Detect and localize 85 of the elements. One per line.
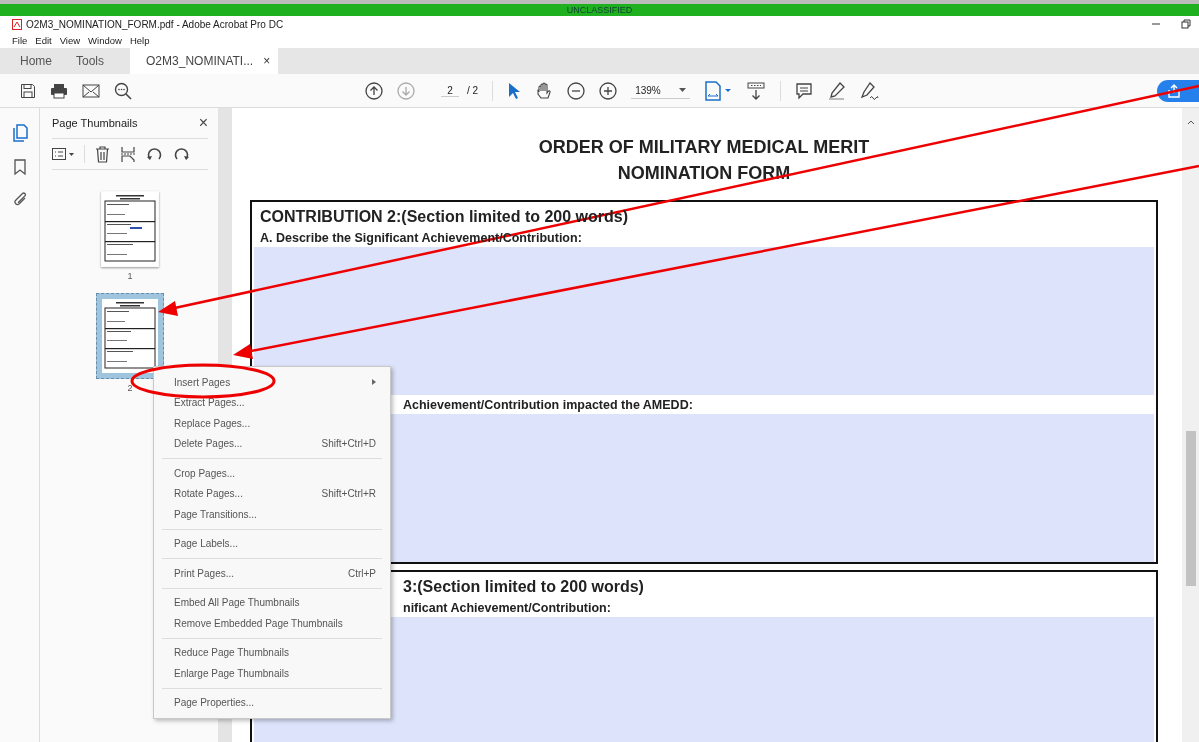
text-field[interactable]	[254, 247, 1154, 395]
comment-icon[interactable]	[794, 81, 813, 100]
zoom-in-icon[interactable]	[599, 81, 618, 100]
mail-icon[interactable]	[82, 83, 100, 98]
shortcut: Shift+Ctrl+R	[321, 488, 376, 500]
menu-item-label: Insert Pages	[174, 376, 231, 388]
menu-item[interactable]: Enlarge Page Thumbnails	[154, 663, 390, 684]
menu-item-label: Print Pages...	[174, 567, 235, 579]
scroll-mode-icon[interactable]	[745, 81, 766, 100]
rotate-right-icon[interactable]	[173, 146, 190, 162]
menu-item[interactable]: Page Transitions...	[154, 504, 390, 525]
page-number: 2	[127, 383, 133, 393]
trash-icon[interactable]	[95, 145, 110, 163]
menu-item[interactable]: Help	[129, 34, 150, 46]
menu-item[interactable]: Reduce Page Thumbnails	[154, 642, 390, 663]
rotate-left-icon[interactable]	[146, 146, 163, 162]
shortcut: Shift+Ctrl+D	[321, 438, 376, 450]
menu-item[interactable]: Insert Pages	[154, 372, 390, 393]
tab[interactable]: Home	[8, 48, 64, 74]
tab[interactable]: Tools	[64, 48, 117, 74]
menu-item[interactable]: File	[12, 34, 28, 46]
bookmark-icon[interactable]	[13, 159, 26, 175]
menu-item[interactable]: Edit	[35, 34, 52, 46]
field-label: Achievement/Contribution impacted the AMEDD:	[402, 397, 694, 414]
page-thumbnail[interactable]	[96, 293, 164, 379]
menu-item-label: Delete Pages...	[174, 438, 243, 450]
menu-item[interactable]: Print Pages... Ctrl+P	[154, 563, 390, 584]
restore-icon[interactable]	[1181, 19, 1191, 29]
zoom-out-icon[interactable]	[567, 81, 586, 100]
menu-item[interactable]: Extract Pages...	[154, 392, 390, 413]
previous-page-icon[interactable]	[365, 81, 383, 100]
menu-item-label: Embed All Page Thumbnails	[174, 597, 300, 609]
extract-pages-icon[interactable]	[120, 145, 136, 163]
close-tab-button[interactable]: ×	[263, 54, 271, 68]
section-heading: 3:(Section limited to 200 words)	[402, 577, 645, 597]
menu-item-label: Reduce Page Thumbnails	[174, 647, 289, 659]
menu-item-label: Remove Embedded Page Thumbnails	[174, 617, 343, 629]
fit-page-icon[interactable]	[703, 80, 732, 101]
page-number: 1	[127, 271, 133, 281]
menu-item-label: Page Transitions...	[174, 508, 257, 520]
page-total: / 2	[467, 85, 479, 96]
menu-item-label: Extract Pages...	[174, 397, 245, 409]
menu-item-label: Page Labels...	[174, 538, 238, 550]
scroll-thumb[interactable]	[1185, 431, 1196, 586]
menu-item[interactable]: Rotate Pages... Shift+Ctrl+R	[154, 483, 390, 504]
document-title: NOMINATION FORM	[616, 162, 792, 185]
menu-item[interactable]: Replace Pages...	[154, 413, 390, 434]
menu-item[interactable]: Remove Embedded Page Thumbnails	[154, 613, 390, 634]
menu-item[interactable]: View	[59, 34, 81, 46]
window-title: O2M3_NOMINATION_FORM.pdf - Adobe Acrobat Pro DC	[26, 18, 284, 30]
pages-icon[interactable]	[11, 124, 28, 142]
caret-icon[interactable]	[678, 88, 686, 92]
menu-item-label: Crop Pages...	[174, 467, 236, 479]
menu-item-label: Replace Pages...	[174, 417, 251, 429]
menu-item-label: Rotate Pages...	[174, 488, 243, 500]
paperclip-icon[interactable]	[11, 192, 28, 208]
highlight-pen-icon[interactable]	[826, 81, 845, 100]
scrollbar[interactable]	[1182, 108, 1199, 742]
sign-pen-icon[interactable]	[858, 81, 879, 100]
zoom-field[interactable]: 139%	[631, 82, 690, 99]
menu-item[interactable]: Window	[88, 34, 122, 46]
menu-item-label: Page Properties...	[174, 697, 255, 709]
menu-item[interactable]: Crop Pages...	[154, 463, 390, 484]
tab[interactable]: O2M3_NOMINATI... ×	[130, 48, 279, 74]
shortcut: Ctrl+P	[347, 567, 376, 579]
classification-banner: UNCLASSIFIED	[0, 0, 1199, 16]
menu-item[interactable]: Page Labels...	[154, 533, 390, 554]
menu-item-label: Enlarge Page Thumbnails	[174, 667, 289, 679]
menu-item[interactable]: Embed All Page Thumbnails	[154, 592, 390, 613]
menu-item[interactable]: Page Properties...	[154, 692, 390, 713]
page-number-field[interactable]: 2	[441, 84, 459, 97]
document-title: ORDER OF MILITARY MEDICAL MERIT	[537, 136, 871, 159]
save-icon[interactable]	[20, 82, 36, 99]
pointer-icon[interactable]	[507, 81, 522, 100]
menu-item[interactable]: Delete Pages... Shift+Ctrl+D	[154, 433, 390, 454]
hand-icon[interactable]	[535, 81, 554, 100]
field-label: nificant Achievement/Contribution:	[402, 600, 612, 617]
options-icon[interactable]	[52, 148, 74, 160]
close-button[interactable]: ×	[198, 114, 208, 132]
pdf-icon	[12, 18, 22, 30]
scroll-up-icon[interactable]	[1186, 120, 1195, 125]
panel-title: Page Thumbnails	[52, 117, 138, 129]
search-icon[interactable]	[114, 81, 132, 100]
print-icon[interactable]	[50, 82, 68, 99]
share-icon[interactable]	[1167, 83, 1181, 98]
